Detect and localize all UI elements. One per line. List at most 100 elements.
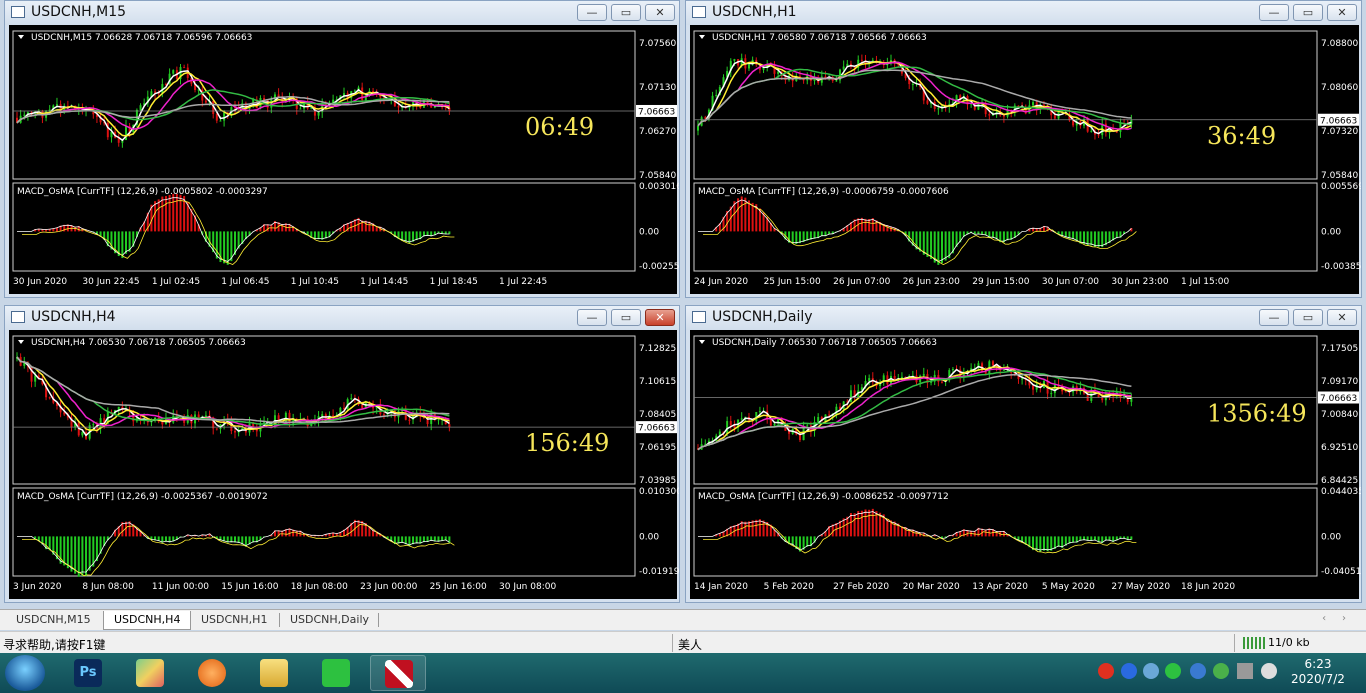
window-titlebar[interactable]: USDCNH,H4 — ▭ ✕ xyxy=(5,306,679,330)
tray-network-icon[interactable] xyxy=(1143,663,1159,679)
restore-button[interactable]: ▭ xyxy=(611,4,641,21)
chart-window-icon xyxy=(692,6,706,18)
candle-body xyxy=(92,424,95,426)
candle-body xyxy=(926,100,929,104)
minimize-button[interactable]: — xyxy=(577,4,607,21)
close-button[interactable]: ✕ xyxy=(1327,4,1357,21)
tray-signal-icon[interactable] xyxy=(1237,663,1253,679)
taskbar-browser[interactable] xyxy=(184,655,240,691)
windows-taskbar: Ps 6:23 2020/7/2 xyxy=(0,653,1366,693)
moving-average-line xyxy=(697,69,1132,127)
taskbar-photoshop[interactable]: Ps xyxy=(60,655,116,691)
window-title: USDCNH,M15 xyxy=(31,4,127,20)
restore-button[interactable]: ▭ xyxy=(611,309,641,326)
current-price-label: 7.06663 xyxy=(1320,116,1357,126)
tab-usdcnh-daily[interactable]: USDCNH,Daily xyxy=(280,611,379,630)
macd-tick-label: 0.00 xyxy=(1321,227,1341,237)
time-tick-label: 11 Jun 00:00 xyxy=(152,582,209,592)
taskbar-explorer[interactable] xyxy=(246,655,302,691)
macd-indicator-label: MACD_OsMA [CurrTF] (12,26,9) -0.0086252 … xyxy=(698,492,949,502)
close-button[interactable]: ✕ xyxy=(645,4,675,21)
chart-window-m15[interactable]: USDCNH,M15 — ▭ ✕ 7.06663 06:49 USDCNH,M15 … xyxy=(4,0,680,298)
chart-window-h4[interactable]: USDCNH,H4 — ▭ ✕ 7.06663 156:49 USDCNH,H4 7… xyxy=(4,305,680,603)
tray-sogou-icon[interactable] xyxy=(1098,663,1114,679)
chart-area[interactable]: 7.06663 06:49 USDCNH,M15 7.06628 7.06718 7… xyxy=(9,25,679,294)
candle-body xyxy=(977,103,980,110)
candle-body xyxy=(784,427,787,431)
chart-area[interactable]: 7.06663 1356:49 USDCNH,Daily 7.06530 7.067… xyxy=(690,330,1361,599)
macd-histogram-bar xyxy=(762,520,765,537)
time-tick-label: 30 Jun 07:00 xyxy=(1042,277,1099,287)
tray-help-icon[interactable] xyxy=(1121,663,1137,679)
minimize-button[interactable]: — xyxy=(1259,4,1289,21)
taskbar-metatrader[interactable] xyxy=(370,655,426,691)
time-tick-label: 1 Jul 15:00 xyxy=(1181,277,1230,287)
time-tick-label: 27 May 2020 xyxy=(1111,582,1170,592)
wechat-icon xyxy=(322,659,350,687)
candle-body xyxy=(350,398,353,400)
chart-area[interactable]: 7.06663 156:49 USDCNH,H4 7.06530 7.06718 7… xyxy=(9,330,679,599)
macd-histogram-bar xyxy=(744,197,747,232)
macd-histogram-bar xyxy=(758,519,761,537)
candle-body xyxy=(172,70,175,74)
chart-window-h1[interactable]: USDCNH,H1 — ▭ ✕ 7.06663 36:49 USDCNH,H1 7.… xyxy=(685,0,1362,298)
macd-histogram-bar xyxy=(886,519,889,537)
candle-body xyxy=(984,371,987,374)
candle-body xyxy=(697,125,699,131)
candle-body xyxy=(219,120,222,122)
chart-tab-bar: USDCNH,M15 USDCNH,H4 USDCNH,H1 USDCNH,Da… xyxy=(0,609,1366,630)
chart-menu-arrow-icon xyxy=(699,35,705,39)
tray-security-icon[interactable] xyxy=(1213,663,1229,679)
candle-body xyxy=(321,414,324,417)
candle-body xyxy=(860,59,863,61)
candle-body xyxy=(1002,369,1005,371)
price-tick-label: 7.05840 xyxy=(1321,171,1358,181)
window-titlebar[interactable]: USDCNH,M15 — ▭ ✕ xyxy=(5,1,679,25)
time-tick-label: 1 Jul 22:45 xyxy=(499,277,547,287)
candle-body xyxy=(1002,115,1005,117)
restore-button[interactable]: ▭ xyxy=(1293,309,1323,326)
window-titlebar[interactable]: USDCNH,Daily — ▭ ✕ xyxy=(686,306,1361,330)
time-tick-label: 15 Jun 16:00 xyxy=(221,582,278,592)
macd-histogram-bar xyxy=(1057,536,1060,547)
tab-usdcnh-h4[interactable]: USDCNH,H4 xyxy=(103,611,192,630)
price-tick-label: 7.10615 xyxy=(639,377,676,387)
time-tick-label: 29 Jun 15:00 xyxy=(972,277,1029,287)
tray-volume-icon[interactable] xyxy=(1261,663,1277,679)
time-tick-label: 1 Jul 14:45 xyxy=(360,277,408,287)
minimize-button[interactable]: — xyxy=(577,309,607,326)
macd-histogram-bar xyxy=(860,510,863,537)
macd-histogram-bar xyxy=(868,219,871,232)
start-button-icon[interactable] xyxy=(5,655,45,691)
chart-menu-arrow-icon xyxy=(18,35,24,39)
macd-histogram-bar xyxy=(88,536,91,571)
tab-usdcnh-h1[interactable]: USDCNH,H1 xyxy=(191,611,277,630)
taskbar-maps[interactable] xyxy=(122,655,178,691)
tab-scroll-arrows[interactable]: ‹ › xyxy=(1322,613,1346,624)
tray-shield-icon[interactable] xyxy=(1190,663,1206,679)
restore-button[interactable]: ▭ xyxy=(1293,4,1323,21)
status-profile: 美人 xyxy=(678,638,703,652)
tab-usdcnh-m15[interactable]: USDCNH,M15 xyxy=(6,611,101,630)
maps-icon xyxy=(136,659,164,687)
macd-histogram-bar xyxy=(223,231,226,264)
candle-body xyxy=(215,428,218,430)
time-tick-label: 13 Apr 2020 xyxy=(972,582,1028,592)
taskbar-clock[interactable]: 6:23 2020/7/2 xyxy=(1290,657,1346,687)
candle-body xyxy=(824,76,827,78)
candle-body xyxy=(842,66,845,70)
chart-area[interactable]: 7.06663 36:49 USDCNH,H1 7.06580 7.06718 7.… xyxy=(690,25,1361,294)
minimize-button[interactable]: — xyxy=(1259,309,1289,326)
macd-histogram-bar xyxy=(737,198,740,232)
chart-window-daily[interactable]: USDCNH,Daily — ▭ ✕ 7.06663 1356:49 USDCNH,… xyxy=(685,305,1362,603)
macd-histogram-bar xyxy=(857,511,860,537)
tray-wechat-icon[interactable] xyxy=(1165,663,1181,679)
macd-histogram-bar xyxy=(744,521,747,537)
macd-histogram-bar xyxy=(747,200,750,232)
window-titlebar[interactable]: USDCNH,H1 — ▭ ✕ xyxy=(686,1,1361,25)
candle-body xyxy=(1053,115,1056,119)
close-button[interactable]: ✕ xyxy=(645,309,675,326)
macd-histogram-bar xyxy=(66,536,69,569)
close-button[interactable]: ✕ xyxy=(1327,309,1357,326)
taskbar-wechat[interactable] xyxy=(308,655,364,691)
